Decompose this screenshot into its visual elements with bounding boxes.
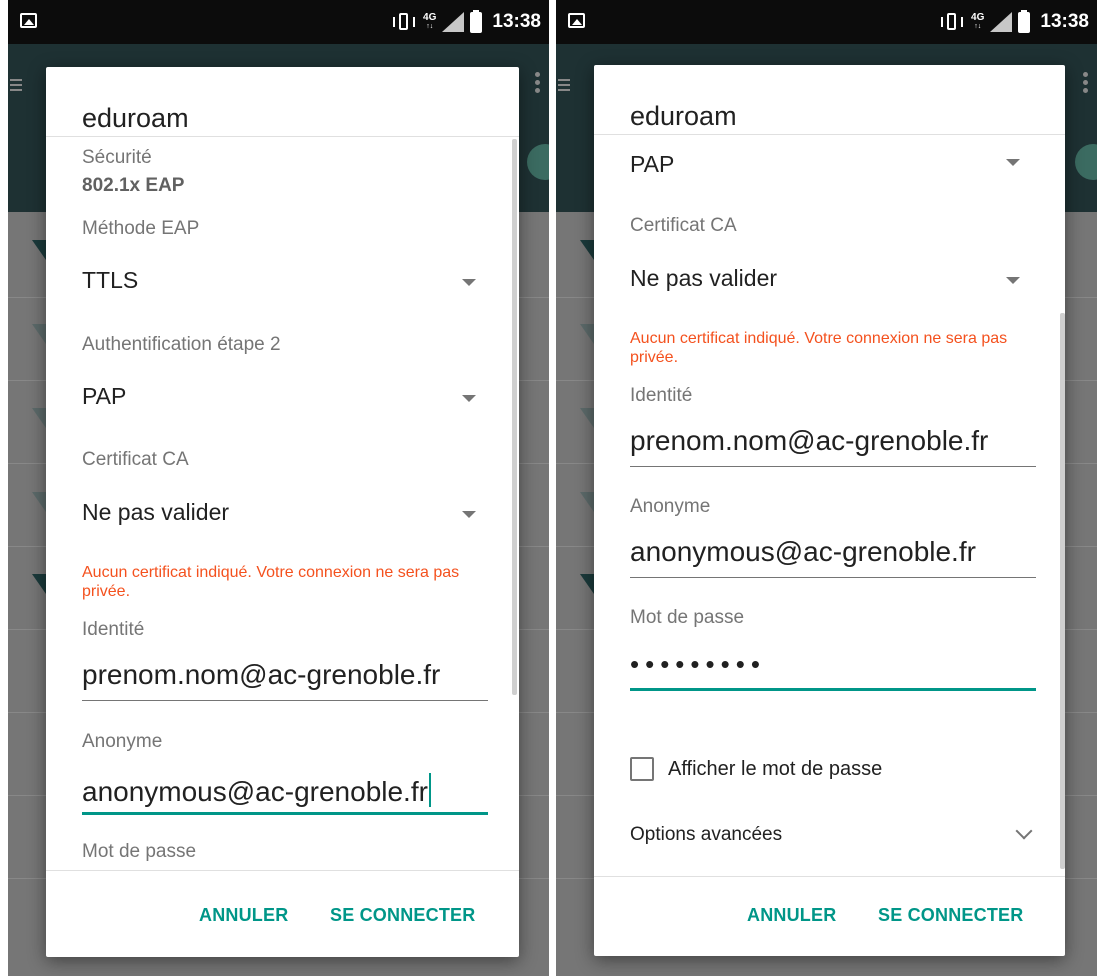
identity-value: prenom.nom@ac-grenoble.fr — [82, 659, 441, 690]
dropdown-arrow-icon — [462, 395, 476, 402]
anonymous-value: anonymous@ac-grenoble.fr — [82, 773, 431, 808]
dropdown-arrow-icon — [462, 279, 476, 286]
password-input[interactable]: ••••••••• — [630, 639, 1036, 691]
eap-method-label: Méthode EAP — [82, 218, 200, 239]
dialog-content: PAP Certificat CA Ne pas valider Aucun c… — [594, 135, 1065, 876]
input-underline-focused — [630, 688, 1036, 691]
signal-icon — [990, 12, 1013, 32]
eap-method-spinner[interactable]: TTLS — [66, 255, 486, 301]
identity-label: Identité — [630, 385, 693, 406]
ca-cert-label: Certificat CA — [630, 215, 737, 236]
phase2-value: PAP — [82, 383, 127, 409]
menu-icon[interactable] — [10, 79, 22, 91]
anonymous-label: Anonyme — [82, 731, 163, 752]
anonymous-input[interactable]: anonymous@ac-grenoble.fr — [630, 528, 1036, 578]
status-bar: 4G ↑↓ 13:38 — [8, 0, 549, 44]
overflow-menu-icon[interactable] — [1083, 72, 1089, 96]
ca-cert-label: Certificat CA — [82, 449, 189, 470]
wifi-config-dialog: eduroam PAP Certificat CA Ne pas valider… — [594, 65, 1065, 956]
menu-icon[interactable] — [558, 79, 570, 91]
advanced-options-row[interactable]: Options avancées — [630, 819, 1036, 855]
certificate-warning: Aucun certificat indiqué. Votre connexio… — [630, 330, 1008, 366]
phase2-value: PAP — [630, 151, 675, 177]
signal-icon — [442, 12, 465, 32]
phone-screen-right: 4G ↑↓ 13:38 eduroam PAP Certificat CA Ne… — [556, 0, 1097, 976]
show-password-checkbox[interactable] — [630, 757, 654, 781]
ca-cert-value: Ne pas valider — [82, 499, 230, 525]
input-underline — [630, 577, 1036, 578]
anonymous-value: anonymous@ac-grenoble.fr — [630, 536, 976, 567]
divider — [46, 870, 519, 871]
advanced-options-label: Options avancées — [630, 824, 783, 845]
dropdown-arrow-icon — [462, 511, 476, 518]
eap-method-value: TTLS — [82, 267, 139, 293]
password-label: Mot de passe — [82, 841, 197, 862]
dialog-title: eduroam — [82, 103, 189, 133]
divider — [594, 876, 1065, 877]
identity-input[interactable]: prenom.nom@ac-grenoble.fr — [82, 651, 488, 701]
phone-screen-left: 4G↑↓ 13:38 eduroam Sécurité 802.1x EAP — [8, 0, 549, 976]
network-type-icon: 4G ↑↓ — [971, 12, 985, 31]
show-password-label: Afficher le mot de passe — [668, 758, 883, 780]
ca-cert-spinner[interactable]: Ne pas valider — [614, 253, 1034, 299]
cancel-button[interactable]: ANNULER — [747, 905, 836, 926]
text-cursor — [428, 773, 431, 807]
security-label: Sécurité — [82, 147, 152, 168]
identity-input[interactable]: prenom.nom@ac-grenoble.fr — [630, 417, 1036, 467]
dropdown-arrow-icon — [1006, 277, 1020, 284]
input-underline — [82, 700, 488, 701]
image-notification-icon — [20, 13, 37, 28]
identity-value: prenom.nom@ac-grenoble.fr — [630, 425, 989, 456]
ca-cert-value: Ne pas valider — [630, 265, 778, 291]
vibrate-icon — [391, 11, 417, 33]
battery-icon — [470, 9, 483, 33]
dialog-content: Sécurité 802.1x EAP Méthode EAP TTLS Aut… — [46, 137, 519, 870]
clock: 13:38 — [492, 11, 541, 32]
input-underline-focused — [82, 812, 488, 815]
chevron-down-icon — [1015, 822, 1033, 840]
ca-cert-spinner[interactable]: Ne pas valider — [66, 487, 486, 533]
password-label: Mot de passe — [630, 607, 745, 628]
scrollbar[interactable] — [512, 139, 517, 695]
connect-button[interactable]: SE CONNECTER — [878, 905, 1023, 926]
dialog-title: eduroam — [630, 101, 737, 131]
overflow-menu-icon[interactable] — [535, 72, 541, 96]
status-bar: 4G ↑↓ 13:38 — [556, 0, 1097, 44]
anonymous-label: Anonyme — [630, 496, 711, 517]
clock: 13:38 — [1040, 11, 1089, 32]
input-underline — [630, 466, 1036, 467]
battery-icon — [1018, 9, 1031, 33]
phase2-label: Authentification étape 2 — [82, 334, 281, 355]
connect-button[interactable]: SE CONNECTER — [330, 905, 475, 926]
phase2-spinner[interactable]: PAP — [614, 139, 1034, 185]
cancel-button[interactable]: ANNULER — [199, 905, 288, 926]
certificate-warning: Aucun certificat indiqué. Votre connexio… — [82, 564, 460, 600]
security-value: 802.1x EAP — [82, 175, 185, 196]
dropdown-arrow-icon — [1006, 159, 1020, 166]
network-type-icon: 4G ↑↓ — [423, 12, 437, 31]
show-password-checkbox-row[interactable]: Afficher le mot de passe — [630, 755, 930, 785]
wifi-config-dialog: eduroam Sécurité 802.1x EAP Méthode EAP … — [46, 67, 519, 957]
anonymous-input[interactable]: anonymous@ac-grenoble.fr — [82, 763, 488, 815]
phase2-spinner[interactable]: PAP — [66, 371, 486, 417]
toggle-switch[interactable] — [527, 144, 549, 180]
identity-label: Identité — [82, 619, 145, 640]
toggle-switch[interactable] — [1075, 144, 1097, 180]
vibrate-icon — [939, 11, 965, 33]
image-notification-icon — [568, 13, 585, 28]
password-value: ••••••••• — [630, 649, 766, 679]
scrollbar[interactable] — [1060, 313, 1065, 869]
